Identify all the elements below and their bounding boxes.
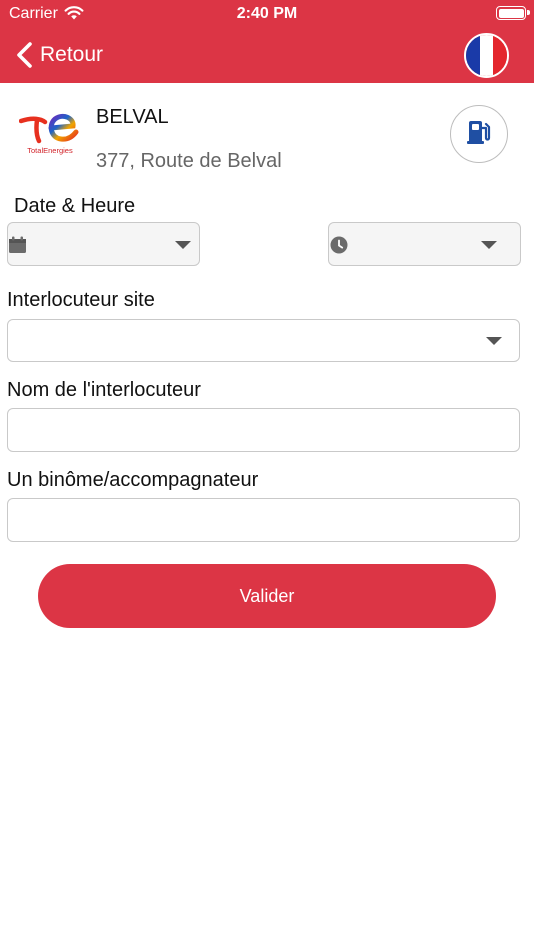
interlocuteur-site-label: Interlocuteur site [7, 289, 155, 311]
clock-icon [329, 236, 349, 254]
navigation-bar: Retour [0, 28, 534, 83]
status-time: 2:40 PM [236, 5, 298, 22]
station-address: 377, Route de Belval [96, 150, 282, 172]
logo-wordmark: TotalEnergies [27, 146, 73, 155]
nom-interlocuteur-label: Nom de l'interlocuteur [7, 379, 201, 401]
chevron-down-icon [175, 241, 191, 249]
chevron-down-icon [486, 337, 502, 345]
nom-interlocuteur-input[interactable] [7, 408, 520, 452]
battery-icon [496, 6, 530, 20]
date-heure-label: Date & Heure [14, 195, 136, 217]
interlocuteur-site-select[interactable] [7, 319, 520, 362]
binome-label: Un binôme/accompagnateur [7, 469, 259, 491]
totalenergies-logo: TotalEnergies [18, 110, 81, 160]
france-flag-icon[interactable] [464, 33, 509, 78]
fuel-pump-icon [465, 118, 493, 151]
station-name: BELVAL [96, 106, 169, 128]
back-button[interactable]: Retour [14, 40, 103, 70]
binome-input[interactable] [7, 498, 520, 542]
calendar-icon [8, 236, 28, 254]
status-bar: Carrier 2:40 PM [0, 0, 534, 28]
fuel-station-button[interactable] [450, 105, 508, 163]
date-picker[interactable] [7, 222, 200, 266]
time-picker[interactable] [328, 222, 521, 266]
back-button-label: Retour [40, 43, 104, 66]
chevron-left-icon [14, 40, 36, 70]
valider-button[interactable]: Valider [38, 564, 496, 628]
chevron-down-icon [481, 241, 497, 249]
